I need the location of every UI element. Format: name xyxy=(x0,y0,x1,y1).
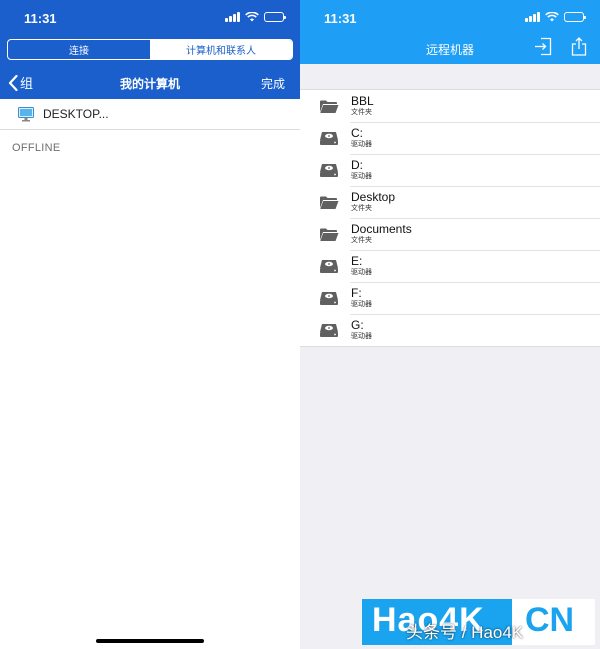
item-name: D: xyxy=(351,158,363,172)
nav-bar: 组 我的计算机 完成 xyxy=(0,66,300,98)
item-name: F: xyxy=(351,286,362,300)
segmented-control: 连接 计算机和联系人 xyxy=(7,39,293,60)
file-list: BBL 文件夹 C: 驱动器 D: 驱动器 Desktop 文件夹 Documents 文… xyxy=(300,89,600,347)
device-name: DESKTOP... xyxy=(43,107,109,121)
item-type: 文件夹 xyxy=(351,237,372,244)
drive-icon xyxy=(319,162,339,178)
status-bar: 11:31 xyxy=(0,0,300,34)
wifi-icon xyxy=(545,12,559,22)
drive-icon xyxy=(319,290,339,306)
left-header: 11:31 连接 计算机和联系人 组 我的计算机 完成 xyxy=(0,0,300,99)
item-type: 驱动器 xyxy=(351,333,372,340)
right-screen: 11:31 远程机器 BBL 文件夹 C: 驱动器 D: 驱动器 Desktop… xyxy=(300,0,600,649)
share-icon[interactable] xyxy=(570,37,588,56)
monitor-icon xyxy=(18,106,34,121)
left-screen: 11:31 连接 计算机和联系人 组 我的计算机 完成 DESKTOP... O… xyxy=(0,0,300,649)
tab-computers-contacts[interactable]: 计算机和联系人 xyxy=(150,40,292,59)
item-name: G: xyxy=(351,318,364,332)
status-icons xyxy=(225,12,286,22)
item-type: 驱动器 xyxy=(351,173,372,180)
list-item[interactable]: E: 驱动器 xyxy=(300,250,600,282)
folder-icon xyxy=(319,98,339,114)
status-time: 11:31 xyxy=(24,11,57,26)
page-title: 我的计算机 xyxy=(119,77,180,91)
item-name: E: xyxy=(351,254,363,268)
battery-icon xyxy=(564,12,586,22)
status-bar: 11:31 xyxy=(300,0,600,34)
tab-connect[interactable]: 连接 xyxy=(8,40,150,59)
watermark: Hao4K CN 头条号 / Hao4K xyxy=(362,599,595,645)
watermark-logo-suffix: CN xyxy=(525,601,575,639)
signal-icon xyxy=(225,12,240,22)
item-type: 文件夹 xyxy=(351,205,372,212)
status-time: 11:31 xyxy=(324,11,357,26)
folder-icon xyxy=(319,194,339,210)
folder-icon xyxy=(319,226,339,242)
status-icons xyxy=(525,12,586,22)
done-button[interactable]: 完成 xyxy=(261,75,285,92)
drive-icon xyxy=(319,130,339,146)
item-name: Documents xyxy=(351,222,412,236)
wifi-icon xyxy=(245,12,259,22)
sign-in-icon[interactable] xyxy=(534,37,552,56)
list-item[interactable]: C: 驱动器 xyxy=(300,122,600,154)
item-name: Desktop xyxy=(351,190,396,204)
item-type: 驱动器 xyxy=(351,301,372,308)
list-item[interactable]: Desktop 文件夹 xyxy=(300,186,600,218)
right-header: 11:31 远程机器 xyxy=(300,0,600,64)
offline-section-label: OFFLINE xyxy=(12,142,61,154)
item-type: 驱动器 xyxy=(351,141,372,148)
battery-icon xyxy=(264,12,286,22)
list-item[interactable]: D: 驱动器 xyxy=(300,154,600,186)
list-item[interactable]: Documents 文件夹 xyxy=(300,218,600,250)
item-type: 文件夹 xyxy=(351,109,372,116)
drive-icon xyxy=(319,258,339,274)
list-item[interactable]: BBL 文件夹 xyxy=(300,90,600,122)
drive-icon xyxy=(319,322,339,338)
signal-icon xyxy=(525,12,540,22)
watermark-overlay-text: 头条号 / Hao4K xyxy=(406,623,524,642)
item-type: 驱动器 xyxy=(351,269,372,276)
device-row[interactable]: DESKTOP... xyxy=(0,99,300,130)
list-item[interactable]: F: 驱动器 xyxy=(300,282,600,314)
item-name: C: xyxy=(351,126,363,140)
list-item[interactable]: G: 驱动器 xyxy=(300,314,600,346)
header-actions xyxy=(534,37,588,56)
item-name: BBL xyxy=(351,94,374,108)
home-indicator[interactable] xyxy=(96,639,204,643)
